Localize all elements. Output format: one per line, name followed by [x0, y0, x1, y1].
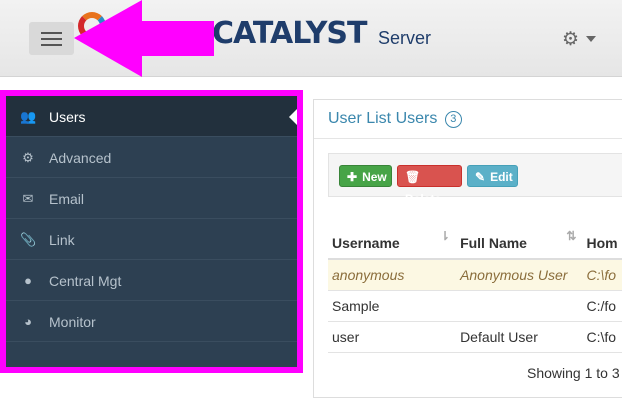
sidebar-item-label: Central Mgt	[49, 273, 122, 289]
sidebar-item-label: Advanced	[49, 150, 112, 166]
active-indicator	[289, 109, 297, 125]
caret-down-icon	[586, 36, 596, 42]
brand-subtitle: Server	[378, 28, 432, 48]
pencil-icon: ✎	[475, 170, 486, 184]
sidebar-item-label: Link	[49, 232, 75, 248]
column-header-username[interactable]: Username ⇂	[328, 219, 457, 260]
toolbar: ✚ New 🗑 Delete ✎ Edit	[328, 153, 622, 206]
users-table: Username ⇂ Full Name ⇅ Hom anonymous Ano…	[328, 219, 622, 353]
sidebar-item-label: Email	[49, 191, 85, 207]
edit-button[interactable]: ✎ Edit	[467, 165, 518, 187]
table-row[interactable]: user Default User C:\fo	[328, 321, 622, 353]
sidebar-item-email[interactable]: ✉ Email	[6, 178, 297, 219]
count-badge: 3	[444, 111, 462, 128]
cell-full-name: Default User	[456, 321, 583, 353]
table-header-row: Username ⇂ Full Name ⇅ Hom	[328, 219, 622, 260]
column-header-label: Hom	[586, 235, 618, 251]
delete-button[interactable]: 🗑 Delete	[397, 165, 462, 206]
users-icon: 👥	[20, 109, 37, 124]
sidebar-nav: 👥 Users ⚙ Advanced ✉ Email 📎 Link ● Cent…	[6, 96, 297, 367]
column-header-home[interactable]: Hom	[582, 219, 622, 260]
cogs-icon: ⚙	[22, 150, 34, 165]
sidebar-item-advanced[interactable]: ⚙ Advanced	[6, 137, 297, 178]
gear-icon: ⚙	[562, 29, 580, 50]
app-page: CATALYST Server ⚙ 👥 Users ⚙ Advanced ✉ E…	[0, 0, 622, 398]
sort-icon[interactable]: ⇅	[566, 229, 576, 243]
plus-icon: ✚	[347, 170, 358, 184]
pagination-info: Showing 1 to 3	[527, 365, 620, 381]
cell-username: Sample	[328, 290, 457, 322]
pie-chart-icon: ◕	[24, 314, 32, 329]
cell-full-name	[456, 290, 583, 322]
panel-title-text: User List Users	[328, 110, 438, 127]
sidebar-item-link[interactable]: 📎 Link	[6, 219, 297, 260]
column-header-label: Username	[332, 235, 400, 251]
globe-icon: ●	[24, 273, 32, 288]
table-row[interactable]: anonymous Anonymous User C:\fo	[328, 259, 622, 291]
delete-button-label: Delete	[405, 192, 442, 206]
trash-icon: 🗑	[405, 170, 421, 184]
sidebar-item-label: Users	[49, 109, 86, 125]
brand-name: CATALYST	[212, 16, 367, 51]
edit-button-label: Edit	[490, 170, 513, 184]
hamburger-icon-bar	[41, 32, 62, 34]
sidebar-item-central-mgt[interactable]: ● Central Mgt	[6, 260, 297, 301]
settings-dropdown[interactable]: ⚙	[562, 28, 602, 52]
annotation-arrow-icon	[74, 0, 214, 77]
envelope-icon: ✉	[22, 191, 34, 206]
user-list-panel: User List Users 3 ✚ New 🗑 Delete ✎ Edit Use…	[313, 99, 622, 398]
column-header-label: Full Name	[460, 235, 527, 251]
sidebar-item-users[interactable]: 👥 Users	[6, 96, 297, 137]
panel-title: User List Users 3	[328, 110, 462, 128]
table-row[interactable]: Sample C:/fo	[328, 290, 622, 322]
paperclip-icon: 📎	[20, 232, 37, 247]
cell-full-name: Anonymous User	[456, 259, 583, 291]
sidebar-item-label: Monitor	[49, 314, 96, 330]
new-button-label: New	[362, 170, 387, 184]
cell-home: C:/fo	[582, 290, 622, 322]
cell-home: C:\fo	[582, 259, 622, 291]
divider	[314, 138, 622, 139]
column-header-full-name[interactable]: Full Name ⇅	[456, 219, 583, 260]
hamburger-icon-bar	[41, 38, 62, 40]
cell-home: C:\fo	[582, 321, 622, 353]
cell-username: user	[328, 321, 457, 353]
sidebar-item-monitor[interactable]: ◕ Monitor	[6, 301, 297, 342]
new-button[interactable]: ✚ New	[339, 165, 392, 187]
hamburger-icon-bar	[41, 44, 62, 46]
cell-username: anonymous	[328, 259, 457, 291]
sort-alpha-icon[interactable]: ⇂	[440, 229, 450, 243]
